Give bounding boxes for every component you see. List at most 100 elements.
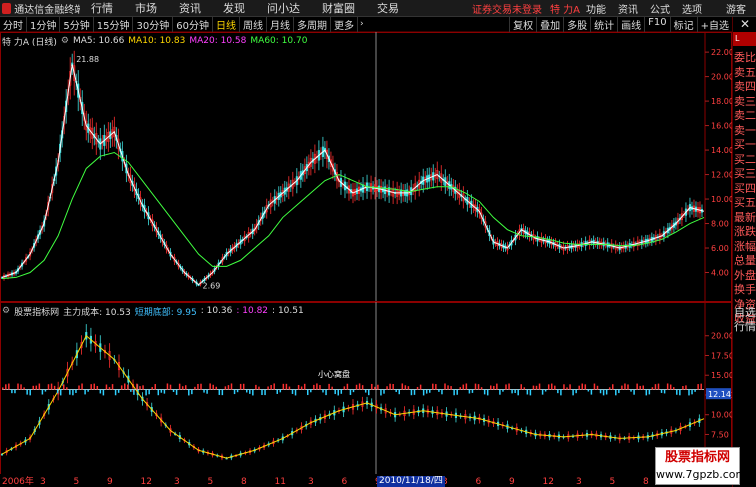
add-watchlist-button[interactable]: +自选: [696, 16, 732, 32]
flow-bar: [230, 383, 233, 390]
menu-info[interactable]: 资讯: [612, 1, 644, 16]
watchlist-tab[interactable]: 自选: [734, 306, 756, 320]
flow-bar: [587, 389, 590, 392]
menu-item-news[interactable]: 资讯: [168, 0, 212, 16]
flow-bar: [108, 387, 111, 390]
quote-field: 买三: [734, 167, 756, 180]
flow-bar: [20, 384, 22, 390]
flow-bar: [493, 385, 495, 390]
statistics-button[interactable]: 统计: [590, 16, 617, 32]
flow-bar: [32, 385, 34, 390]
flow-bar: [444, 383, 446, 390]
flow-bar: [285, 383, 288, 390]
period-weekly[interactable]: 周线: [240, 16, 267, 32]
flow-bar: [224, 386, 227, 390]
series-line: [1, 64, 705, 286]
flow-bar: [517, 389, 519, 396]
flow-bar: [66, 387, 68, 390]
flow-bar: [697, 384, 699, 390]
menu-item-discover[interactable]: 发现: [212, 0, 256, 16]
chevron-right-icon[interactable]: ›: [358, 19, 366, 29]
flow-bar: [526, 389, 529, 395]
y-tick-label: 20.00: [711, 332, 732, 341]
flow-bar: [145, 389, 147, 396]
quote-field: 卖一: [734, 123, 756, 137]
flow-bar: [477, 384, 480, 390]
period-intraday[interactable]: 分时: [0, 16, 27, 32]
flow-bar: [465, 383, 468, 390]
period-1min[interactable]: 1分钟: [27, 16, 61, 32]
flow-bar: [114, 389, 117, 396]
flow-bar: [105, 384, 108, 390]
flow-bar: [316, 383, 318, 390]
period-multi[interactable]: 多周期: [294, 16, 331, 32]
guest-user[interactable]: 游客: [708, 1, 756, 16]
period-60min[interactable]: 60分钟: [173, 16, 213, 32]
menu-function[interactable]: 功能: [580, 1, 612, 16]
flow-bar: [206, 389, 208, 394]
period-more[interactable]: 更多: [331, 16, 358, 32]
flow-bar: [459, 387, 461, 390]
flow-bar: [496, 383, 498, 390]
menu-item-trade[interactable]: 交易: [366, 0, 410, 16]
flow-bar: [2, 387, 4, 390]
flow-bar: [395, 389, 397, 393]
flow-bar: [148, 389, 150, 395]
multi-stock-button[interactable]: 多股: [563, 16, 590, 32]
flow-bar: [252, 389, 254, 396]
flow-bar: [642, 385, 644, 390]
flow-bar: [185, 385, 187, 390]
overlay-button[interactable]: 叠加: [536, 16, 563, 32]
flow-bar: [398, 389, 400, 395]
f10-button[interactable]: F10: [644, 16, 669, 32]
login-status[interactable]: 证券交易未登录: [472, 1, 542, 16]
flow-bar: [120, 385, 123, 390]
axis-start-label: 2006年: [2, 475, 34, 487]
flow-bar: [590, 389, 593, 395]
quote-field: 涨跌: [734, 225, 756, 238]
flow-bar: [605, 389, 608, 395]
period-daily[interactable]: 日线: [213, 16, 240, 32]
flow-bar: [416, 386, 419, 390]
quote-field: 卖四: [734, 80, 756, 93]
period-30min[interactable]: 30分钟: [133, 16, 174, 32]
flow-bar: [130, 389, 132, 392]
flow-bar: [294, 389, 297, 396]
flow-bar: [358, 383, 361, 390]
flow-bar: [124, 383, 126, 390]
period-5min[interactable]: 5分钟: [60, 16, 94, 32]
menu-options[interactable]: 选项: [676, 1, 708, 16]
axis-month-label: 12: [543, 477, 554, 487]
flow-bar: [578, 385, 580, 390]
menu-item-quotes[interactable]: 行情: [80, 0, 124, 16]
mark-button[interactable]: 标记: [669, 16, 697, 32]
main-price-chart[interactable]: 4.00 6.00 8.00 10.00 12.00 14.00 16.00 18.00 20.…: [0, 32, 732, 302]
flow-bar: [322, 389, 324, 393]
y-tick-label: 7.50: [711, 430, 729, 439]
flow-bar: [194, 386, 196, 390]
flow-bar: [633, 389, 635, 395]
quote-field: 换手: [734, 283, 756, 296]
indicator-chart[interactable]: 7.5010.0012.5015.0017.5020.0012.14小心窝盘: [0, 302, 732, 474]
draw-line-button[interactable]: 画线: [617, 16, 644, 32]
period-monthly[interactable]: 月线: [267, 16, 294, 32]
menu-item-assistant[interactable]: 问小达: [256, 0, 311, 16]
flow-bar: [425, 389, 428, 394]
menu-formula[interactable]: 公式: [644, 1, 676, 16]
flow-bar: [490, 385, 492, 390]
close-icon[interactable]: ✕: [733, 17, 756, 32]
flow-bar: [435, 384, 437, 390]
menu-item-wealth[interactable]: 财富圈: [311, 0, 366, 16]
indicator-annotation: 小心窝盘: [318, 369, 350, 379]
flow-bar: [419, 384, 422, 390]
adjust-button[interactable]: 复权: [509, 16, 536, 32]
period-15min[interactable]: 15分钟: [94, 16, 134, 32]
quotes-tab[interactable]: 行情: [734, 320, 756, 334]
menu-item-market[interactable]: 市场: [124, 0, 168, 16]
quote-field: 卖三: [734, 94, 756, 108]
flow-bar: [270, 384, 272, 390]
flow-bar: [383, 389, 385, 394]
flow-bar: [410, 389, 413, 396]
flow-bar: [462, 384, 465, 390]
flow-bar: [273, 383, 275, 390]
